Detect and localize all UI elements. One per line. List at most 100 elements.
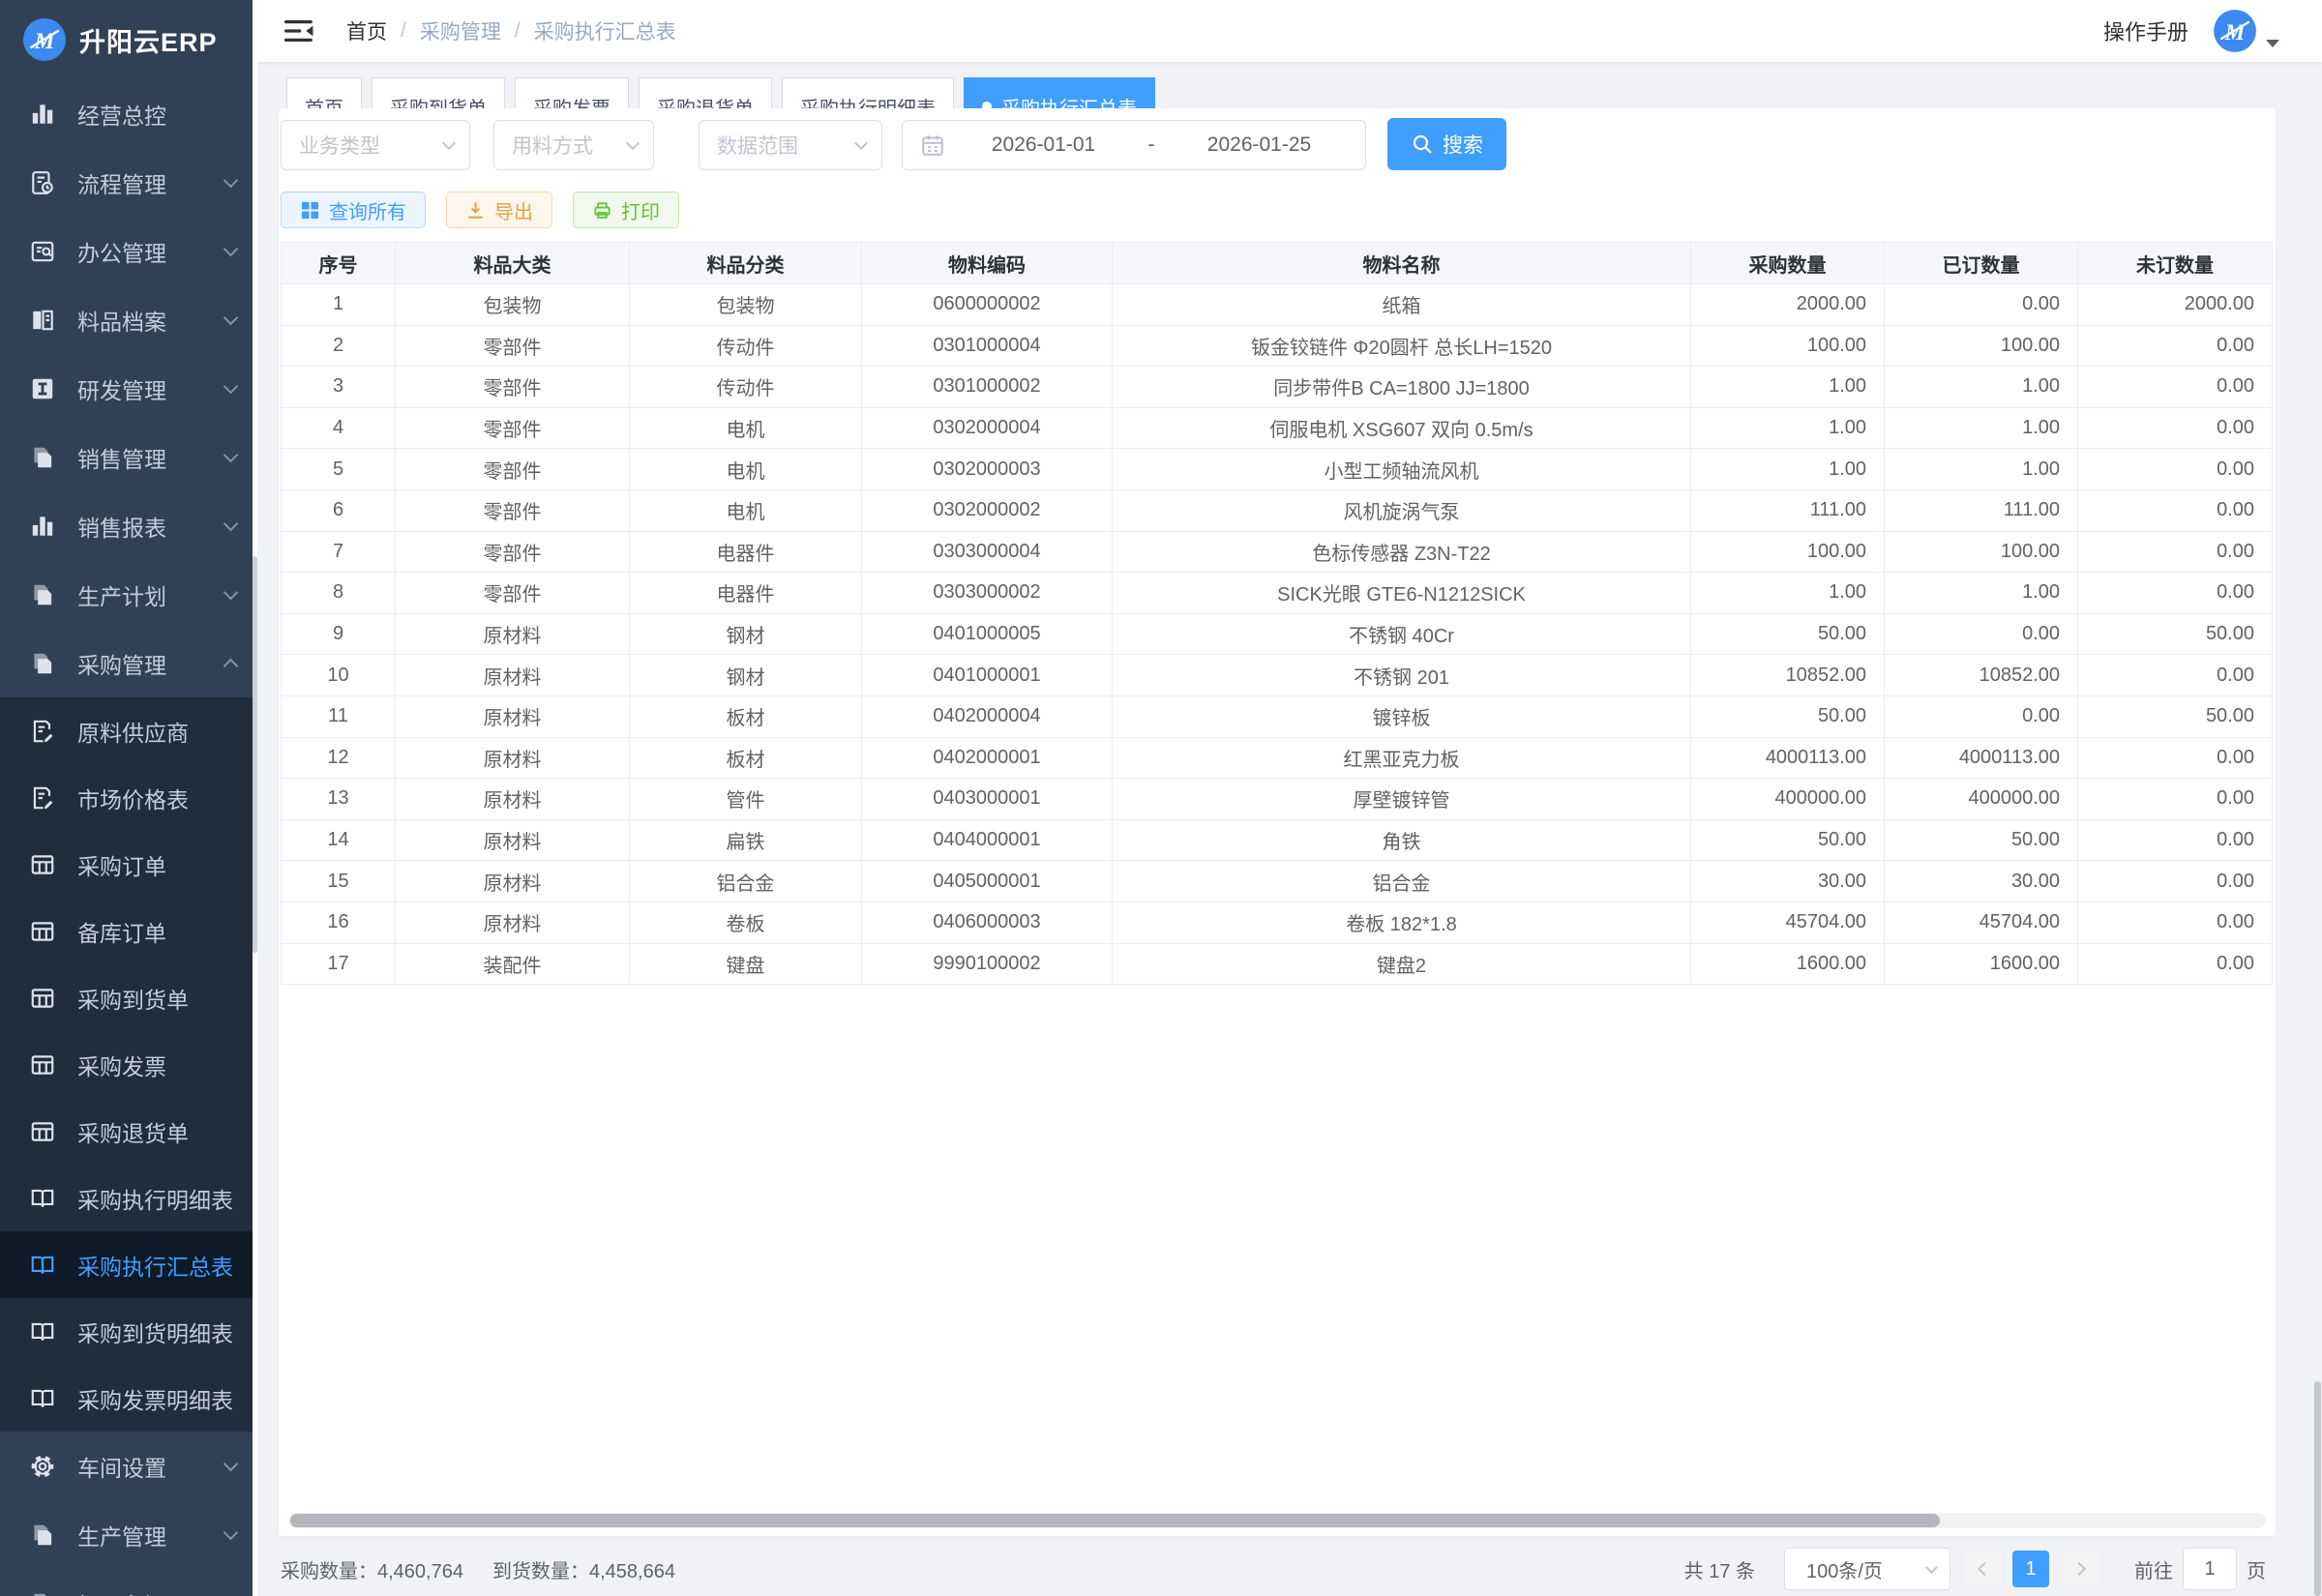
print-button[interactable]: 打印: [573, 192, 679, 228]
sidebar-item-9[interactable]: 采购管理: [0, 629, 257, 697]
goto-suffix: 页: [2247, 1555, 2266, 1583]
table-row[interactable]: 10原材料钢材0401000001不锈钢 20110852.0010852.00…: [282, 655, 2273, 696]
chevron-down-icon: [223, 310, 239, 325]
table-row[interactable]: 6零部件电机0302000002风机旋涡气泵111.00111.000.00: [282, 489, 2273, 531]
table-cell: 0.00: [2078, 573, 2273, 614]
table-cell: 100.00: [1691, 325, 1885, 367]
pagination: 共 17 条 100条/页 1 前往 页: [1684, 1548, 2266, 1590]
table-row[interactable]: 3零部件传动件0301000002同步带件B CA=1800 JJ=18001.…: [282, 367, 2273, 408]
date-end-value[interactable]: 2026-01-25: [1171, 133, 1348, 157]
sidebar-scrollbar-thumb[interactable]: [253, 556, 257, 953]
sidebar-item-label: 原料供应商: [77, 715, 236, 748]
search-button[interactable]: 搜索: [1387, 118, 1506, 170]
table-row[interactable]: 15原材料铝合金0405000001铝合金30.0030.000.00: [282, 861, 2273, 902]
business-type-select[interactable]: 业务类型: [281, 120, 470, 170]
user-avatar[interactable]: M: [2214, 10, 2256, 52]
sidebar-item-7[interactable]: 销售报表: [0, 491, 257, 560]
pages-icon: [29, 581, 56, 608]
table-cell: 1.00: [1691, 367, 1885, 408]
table-cell: 零部件: [396, 325, 630, 367]
sidebar-item-21[interactable]: 车间设置: [0, 1432, 257, 1500]
horizontal-scrollbar-track[interactable]: [288, 1513, 2266, 1528]
table-row[interactable]: 1包装物包装物0600000002纸箱2000.000.002000.00: [282, 284, 2273, 326]
table-cell: 小型工频轴流风机: [1113, 449, 1691, 490]
svg-text:M: M: [34, 29, 56, 53]
table-cell: 镀锌板: [1113, 695, 1691, 737]
app-logo[interactable]: M 升阳云ERP: [0, 0, 257, 79]
material-usage-select[interactable]: 用料方式: [493, 120, 654, 170]
table-row[interactable]: 4零部件电机0302000004伺服电机 XSG607 双向 0.5m/s1.0…: [282, 407, 2273, 449]
sidebar-item-12[interactable]: 采购订单: [0, 831, 257, 898]
table-row[interactable]: 11原材料板材0402000004镀锌板50.000.0050.00: [282, 695, 2273, 737]
prev-page-button[interactable]: [1964, 1551, 2001, 1587]
pages-icon: [29, 1590, 56, 1596]
sidebar-item-1[interactable]: 经营总控: [0, 79, 257, 148]
breadcrumb-home[interactable]: 首页: [346, 16, 387, 45]
table-row[interactable]: 7零部件电器件0303000004色标传感器 Z3N-T22100.00100.…: [282, 531, 2273, 573]
sidebar-item-13[interactable]: 备库订单: [0, 898, 257, 964]
table-row[interactable]: 5零部件电机0302000003小型工频轴流风机1.001.000.00: [282, 449, 2273, 490]
sidebar-item-5[interactable]: 研发管理: [0, 354, 257, 423]
table-cell: 11: [282, 695, 396, 737]
query-all-button[interactable]: 查询所有: [281, 192, 426, 228]
sidebar-item-19[interactable]: 采购到货明细表: [0, 1298, 257, 1365]
breadcrumb-separator: /: [401, 19, 406, 43]
data-scope-select[interactable]: 数据范围: [699, 120, 882, 170]
date-range-picker[interactable]: 2026-01-01 - 2026-01-25: [902, 120, 1366, 170]
sidebar-item-18-active[interactable]: 采购执行汇总表: [0, 1231, 257, 1298]
table-cell: 纸箱: [1113, 284, 1691, 326]
collapse-menu-icon[interactable]: [284, 18, 313, 44]
table-cell: 电器件: [630, 531, 862, 573]
sidebar-item-11[interactable]: 市场价格表: [0, 764, 257, 831]
table-cell: 0.00: [2078, 779, 2273, 820]
table-row[interactable]: 17装配件键盘9990100002键盘21600.001600.000.00: [282, 943, 2273, 985]
sidebar-item-16[interactable]: 采购退货单: [0, 1098, 257, 1165]
table-row[interactable]: 9原材料钢材0401000005不锈钢 40Cr50.000.0050.00: [282, 613, 2273, 655]
table-cell: 0.00: [2078, 943, 2273, 985]
pages-icon: [29, 1522, 56, 1549]
table-cell: 风机旋涡气泵: [1113, 489, 1691, 531]
horizontal-scrollbar-thumb[interactable]: [290, 1514, 1940, 1527]
card-i-icon: [29, 375, 56, 402]
table-row[interactable]: 16原材料卷板0406000003卷板 182*1.845704.0045704…: [282, 901, 2273, 943]
goto-page-input[interactable]: [2183, 1548, 2237, 1590]
sidebar-item-6[interactable]: 销售管理: [0, 423, 257, 491]
table-cell: 1600.00: [1885, 943, 2078, 985]
sidebar-item-20[interactable]: 采购发票明细表: [0, 1365, 257, 1432]
sidebar-item-14[interactable]: 采购到货单: [0, 964, 257, 1031]
page-number-1[interactable]: 1: [2012, 1551, 2049, 1587]
vertical-scrollbar-thumb[interactable]: [2314, 1381, 2321, 1596]
table-row[interactable]: 14原材料扁铁0404000001角铁50.0050.000.00: [282, 819, 2273, 861]
sidebar-item-22[interactable]: 生产管理: [0, 1500, 257, 1569]
table-row[interactable]: 12原材料板材0402000001红黑亚克力板4000113.004000113…: [282, 737, 2273, 779]
sidebar-item-4[interactable]: 料品档案: [0, 285, 257, 354]
table-cell: 原材料: [396, 737, 630, 779]
chevron-down-icon: [854, 135, 868, 149]
table-cell: 0302000004: [862, 407, 1113, 449]
sidebar-item-8[interactable]: 生产计划: [0, 560, 257, 629]
sidebar-item-10[interactable]: 原料供应商: [0, 697, 257, 764]
table-row[interactable]: 13原材料管件0403000001厚壁镀锌管400000.00400000.00…: [282, 779, 2273, 820]
sidebar-item-label: 料品档案: [77, 304, 225, 337]
breadcrumb: 首页 / 采购管理 / 采购执行汇总表: [346, 16, 676, 45]
chevron-right-icon: [2072, 1562, 2086, 1576]
table-cell: 0.00: [2078, 861, 2273, 902]
page-size-select[interactable]: 100条/页: [1784, 1548, 1950, 1590]
manual-link[interactable]: 操作手册: [2103, 15, 2188, 46]
table-row[interactable]: 2零部件传动件0301000004钣金铰链件 Φ20圆杆 总长LH=152010…: [282, 325, 2273, 367]
table-cell: 400000.00: [1885, 779, 2078, 820]
table-row[interactable]: 8零部件电器件0303000002SICK光眼 GTE6-N1212SICK1.…: [282, 573, 2273, 614]
table-cell: 15: [282, 861, 396, 902]
sidebar-item-23[interactable]: 加工车间: [0, 1569, 257, 1596]
table-cell: 30.00: [1691, 861, 1885, 902]
next-page-button[interactable]: [2063, 1551, 2099, 1587]
sidebar-item-17[interactable]: 采购执行明细表: [0, 1165, 257, 1231]
sidebar-item-15[interactable]: 采购发票: [0, 1031, 257, 1098]
chevron-down-icon: [223, 584, 239, 600]
table-cell: 零部件: [396, 531, 630, 573]
sidebar-item-2[interactable]: 流程管理: [0, 148, 257, 217]
date-start-value[interactable]: 2026-01-01: [955, 133, 1132, 157]
export-button[interactable]: 导出: [446, 192, 552, 228]
sidebar-item-3[interactable]: 办公管理: [0, 217, 257, 285]
user-menu-caret-icon[interactable]: [2266, 40, 2279, 47]
